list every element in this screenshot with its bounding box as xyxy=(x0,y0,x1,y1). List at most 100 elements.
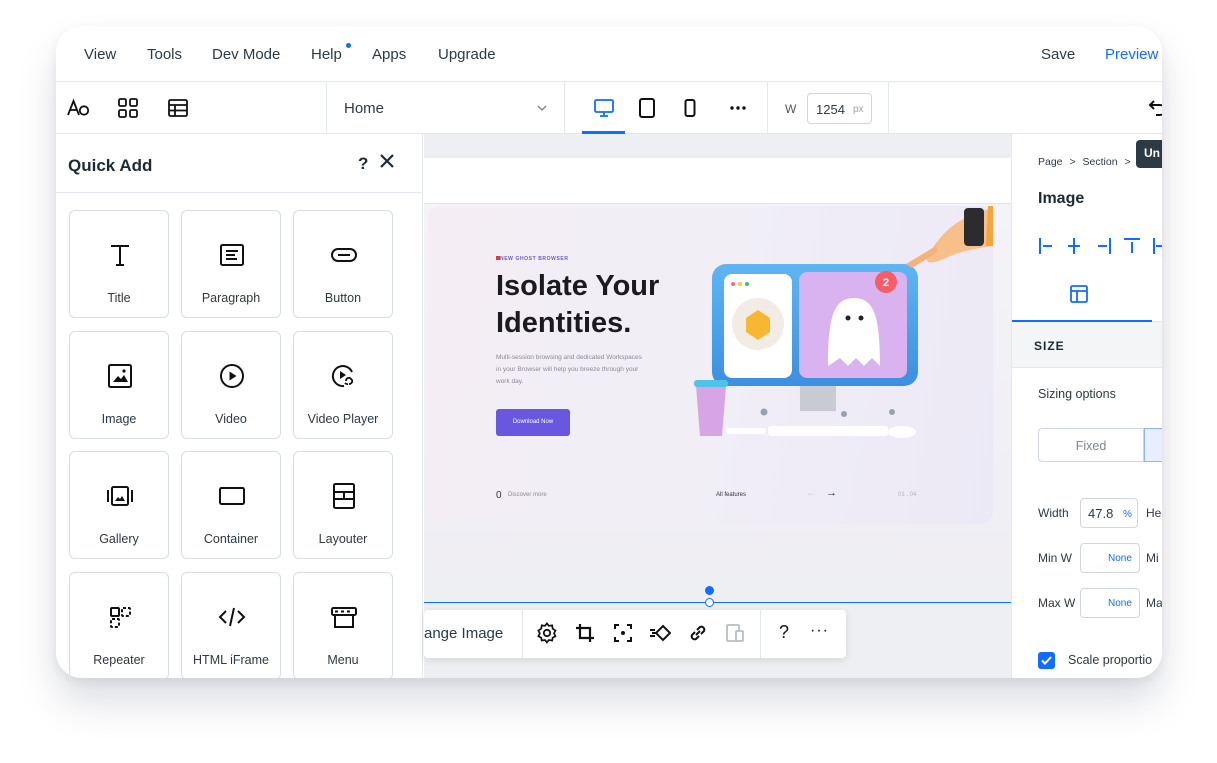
apps-grid-icon[interactable] xyxy=(116,96,140,120)
hero-description: Multi-session browsing and dedicated Wor… xyxy=(496,354,642,385)
menu-view[interactable]: View xyxy=(84,46,116,63)
sizing-options-label: Sizing options xyxy=(1038,387,1116,401)
menu-icon xyxy=(330,603,358,631)
toolbar-divider xyxy=(522,610,523,658)
image-action-bar: ange Image ? ··· xyxy=(424,610,846,658)
menu-help[interactable]: Help xyxy=(311,46,342,63)
discover-more-link: Discover more xyxy=(508,492,547,498)
add-elements-icon[interactable] xyxy=(66,96,90,120)
width-label: W xyxy=(785,102,797,116)
inspector-panel: Page > Section > Un Image SIZE Sizing op… xyxy=(1011,134,1162,678)
width-value: 47.8 xyxy=(1088,506,1114,521)
close-icon[interactable] xyxy=(378,152,396,175)
video-player-icon xyxy=(330,362,358,390)
more-breakpoints-icon[interactable] xyxy=(726,96,750,120)
toolbar-divider xyxy=(888,82,889,134)
scroll-indicator-icon: 0 xyxy=(496,490,502,501)
scale-proportionally-label: Scale proportio xyxy=(1068,653,1153,667)
save-button[interactable]: Save xyxy=(1041,46,1075,63)
breadcrumb-section[interactable]: Section xyxy=(1083,156,1118,168)
canvas-width-input[interactable]: 1254 px xyxy=(807,93,872,124)
max-width-label: Max W xyxy=(1038,596,1076,610)
tile-label: Image xyxy=(101,412,137,426)
canvas-width-unit: px xyxy=(853,104,864,115)
menu-upgrade[interactable]: Upgrade xyxy=(438,46,496,63)
help-button[interactable]: ? xyxy=(358,154,368,174)
resize-handle[interactable] xyxy=(705,598,714,607)
add-gallery-tile[interactable]: Gallery xyxy=(69,451,169,559)
alt-layout-icon xyxy=(724,622,746,644)
tile-label: Menu xyxy=(327,653,359,667)
editor-toolbar: Home W 1254 px xyxy=(56,82,1162,134)
add-repeater-tile[interactable]: Repeater xyxy=(69,572,169,678)
settings-icon[interactable] xyxy=(536,622,558,644)
link-icon[interactable] xyxy=(687,622,709,644)
mobile-icon[interactable] xyxy=(678,96,702,120)
min-width-value: None xyxy=(1108,553,1132,564)
button-icon xyxy=(330,241,358,269)
size-section-header[interactable]: SIZE xyxy=(1012,322,1162,368)
animation-icon[interactable] xyxy=(649,622,672,644)
min-width-input[interactable]: None xyxy=(1080,543,1140,573)
breadcrumb-separator-icon: > xyxy=(1124,156,1131,168)
canvas-width-value: 1254 xyxy=(816,102,845,117)
help-button[interactable]: ? xyxy=(779,622,789,643)
video-icon xyxy=(218,362,246,390)
tile-label: Container xyxy=(203,532,259,546)
editor-canvas[interactable]: NEW GHOST BROWSER Isolate Your Identitie… xyxy=(424,134,1011,678)
alignment-tools[interactable] xyxy=(1038,236,1162,256)
hero-section[interactable]: NEW GHOST BROWSER Isolate Your Identitie… xyxy=(424,204,1011,576)
tile-label: Video Player xyxy=(307,412,379,426)
add-menu-tile[interactable]: Menu xyxy=(293,572,393,678)
tablet-icon[interactable] xyxy=(635,96,659,120)
layout-tab-icon[interactable] xyxy=(1069,284,1089,309)
add-container-tile[interactable]: Container xyxy=(181,451,281,559)
relative-sizing-option[interactable] xyxy=(1144,428,1162,462)
cms-table-icon[interactable] xyxy=(166,96,190,120)
add-layouter-tile[interactable]: Layouter xyxy=(293,451,393,559)
add-button-tile[interactable]: Button xyxy=(293,210,393,318)
scale-proportionally-checkbox[interactable] xyxy=(1038,652,1055,669)
change-image-button[interactable]: ange Image xyxy=(424,625,503,642)
top-menu-bar: View Tools Dev Mode Help Apps Upgrade Sa… xyxy=(56,26,1162,82)
page-selector[interactable]: Home xyxy=(344,100,384,117)
header-section[interactable] xyxy=(424,158,1011,204)
undo-icon[interactable] xyxy=(1146,96,1162,120)
fixed-sizing-option[interactable]: Fixed xyxy=(1038,428,1144,462)
add-paragraph-tile[interactable]: Paragraph xyxy=(181,210,281,318)
focal-point-icon[interactable] xyxy=(612,622,634,644)
computer-illustration: 2 xyxy=(694,206,993,438)
checkmark-icon xyxy=(1041,656,1052,665)
selected-image[interactable]: NEW GHOST BROWSER Isolate Your Identitie… xyxy=(428,206,993,524)
gallery-icon xyxy=(106,482,134,510)
max-height-label: Ma xyxy=(1146,596,1162,610)
menu-dev-mode[interactable]: Dev Mode xyxy=(212,46,280,63)
add-image-tile[interactable]: Image xyxy=(69,331,169,439)
tile-label: Repeater xyxy=(93,653,145,667)
crop-icon[interactable] xyxy=(574,622,596,644)
chevron-down-icon[interactable] xyxy=(536,101,548,119)
max-width-value: None xyxy=(1108,598,1132,609)
menu-tools[interactable]: Tools xyxy=(147,46,182,63)
add-video-player-tile[interactable]: Video Player xyxy=(293,331,393,439)
breadcrumb-page[interactable]: Page xyxy=(1038,156,1063,168)
undo-tooltip: Un xyxy=(1136,140,1162,168)
preview-button[interactable]: Preview xyxy=(1105,46,1158,63)
max-width-input[interactable]: None xyxy=(1080,588,1140,618)
tile-label: Video xyxy=(215,412,247,426)
tile-label: HTML iFrame xyxy=(193,653,269,667)
width-unit: % xyxy=(1123,509,1132,520)
arrow-left-icon: ← xyxy=(806,488,816,499)
menu-apps[interactable]: Apps xyxy=(372,46,406,63)
desktop-icon[interactable] xyxy=(592,96,616,120)
add-html-iframe-tile[interactable]: HTML iFrame xyxy=(181,572,281,678)
arrow-right-icon: → xyxy=(826,487,837,499)
min-width-label: Min W xyxy=(1038,551,1072,565)
add-title-tile[interactable]: Title xyxy=(69,210,169,318)
notification-badge: 2 xyxy=(883,277,889,289)
width-input[interactable]: 47.8 % xyxy=(1080,498,1138,528)
drag-handle[interactable] xyxy=(705,586,714,595)
more-actions-button[interactable]: ··· xyxy=(810,622,829,640)
breadcrumb-separator-icon: > xyxy=(1069,156,1076,168)
add-video-tile[interactable]: Video xyxy=(181,331,281,439)
